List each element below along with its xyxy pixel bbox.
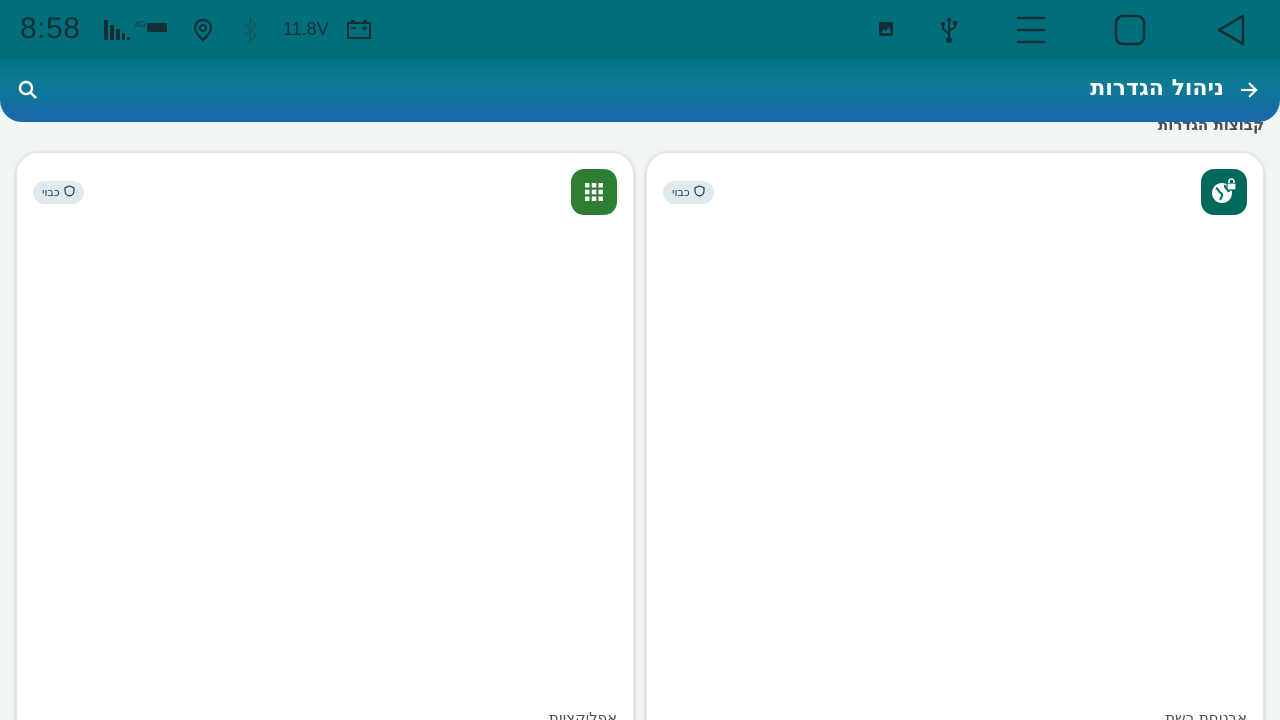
bluetooth-icon [241, 17, 261, 43]
app-bar: ניהול הגדרות [0, 60, 1280, 122]
shield-icon [694, 185, 705, 200]
settings-group-card[interactable]: כבוי אפליקציות [16, 152, 634, 720]
usb-icon [939, 16, 959, 44]
battery-icon [346, 18, 372, 40]
card-title: אבטחת רשת [1165, 709, 1247, 720]
apps-grid-icon [571, 169, 617, 215]
location-icon [192, 18, 214, 42]
clock: 8:58 [20, 12, 81, 45]
shield-icon [64, 185, 75, 200]
signal-icon: 4G [103, 18, 169, 42]
section-title: קבוצות הגדרות [1157, 116, 1264, 134]
settings-group-card[interactable]: כבוי אבטחת רשת [646, 152, 1264, 720]
network-tag: 4G [135, 20, 146, 29]
back-nav-icon[interactable] [1215, 13, 1247, 47]
home-icon[interactable] [1113, 13, 1147, 47]
status-badge: כבוי [663, 181, 714, 204]
battery-voltage: 11.8V [283, 19, 329, 39]
search-icon[interactable] [16, 78, 40, 106]
page-title: ניהול הגדרות [1090, 76, 1224, 101]
image-icon [878, 21, 894, 37]
card-title: אפליקציות [548, 709, 617, 720]
status-badge-label: כבוי [672, 186, 690, 199]
menu-icon[interactable] [1014, 14, 1048, 46]
arrow-right-icon[interactable] [1238, 79, 1260, 105]
status-badge: כבוי [33, 181, 84, 204]
globe-lock-icon [1201, 169, 1247, 215]
status-badge-label: כבוי [42, 186, 60, 199]
status-bar: 8:58 4G 11.8V [0, 0, 1280, 60]
